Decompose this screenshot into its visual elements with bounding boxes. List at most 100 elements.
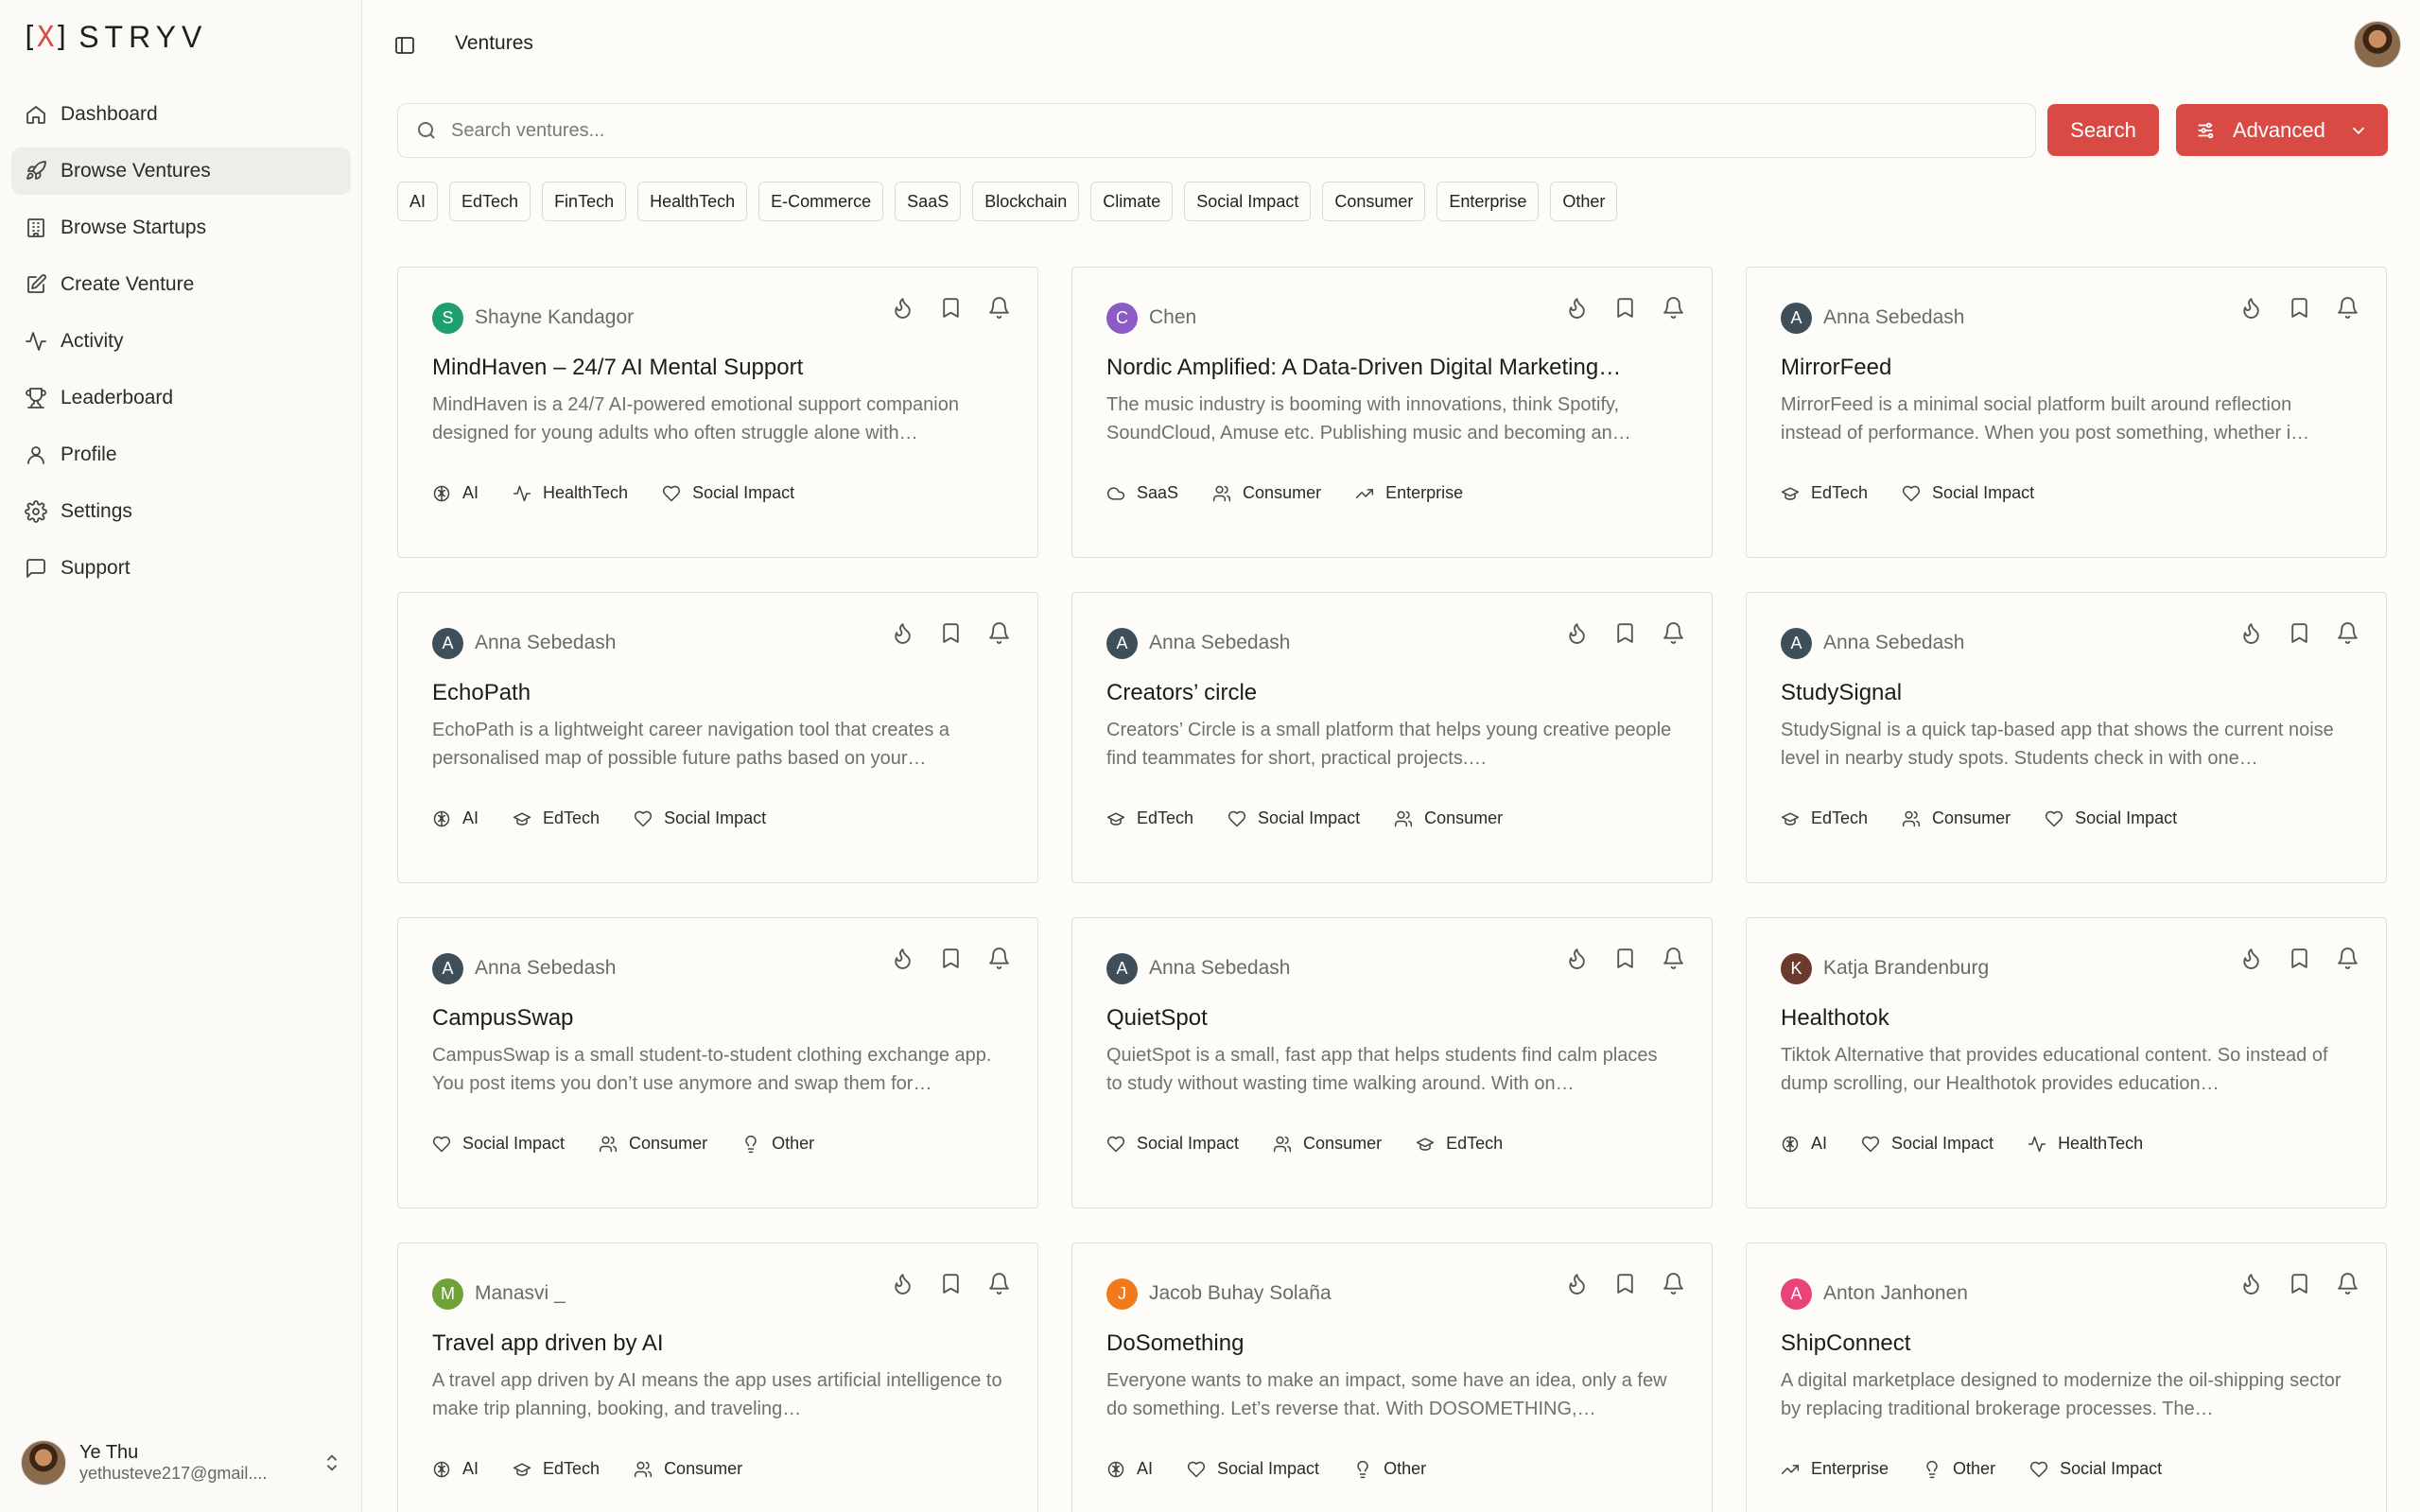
- author-name: Anna Sebedash: [1823, 632, 1965, 653]
- venture-description: MirrorFeed is a minimal social platform …: [1781, 394, 2310, 443]
- logo[interactable]: [X] STRYV: [21, 19, 208, 54]
- flame-icon[interactable]: [1565, 1272, 1589, 1295]
- author-name: Anna Sebedash: [1149, 957, 1291, 979]
- venture-tag-label: EdTech: [1811, 808, 1869, 827]
- lightbulb-icon: [1353, 1460, 1372, 1479]
- filter-chip[interactable]: E-Commerce: [758, 182, 884, 221]
- venture-description: A digital marketplace designed to modern…: [1781, 1370, 2342, 1419]
- bookmark-icon[interactable]: [1613, 1272, 1637, 1295]
- venture-card[interactable]: A Anna Sebedash StudySignal StudySignal is …: [1746, 592, 2387, 883]
- flame-icon[interactable]: [2239, 947, 2263, 970]
- graduation-cap-icon: [1781, 484, 1800, 503]
- venture-card[interactable]: S Shayne Kandagor MindHaven – 24/7 AI Ment…: [397, 267, 1038, 558]
- venture-card[interactable]: A Anna Sebedash QuietSpot QuietSpot is a sm…: [1071, 917, 1713, 1208]
- bookmark-icon[interactable]: [1613, 621, 1637, 645]
- bell-icon[interactable]: [1662, 621, 1685, 645]
- flame-icon[interactable]: [1565, 947, 1589, 970]
- venture-tag: Social Impact: [634, 808, 766, 828]
- venture-card[interactable]: A Anna Sebedash CampusSwap CampusSwap is a …: [397, 917, 1038, 1208]
- filter-chip[interactable]: Other: [1550, 182, 1618, 221]
- header-avatar[interactable]: [2354, 21, 2401, 68]
- search-input[interactable]: [451, 119, 1964, 142]
- users-icon: [1273, 1135, 1292, 1154]
- venture-tag-label: Social Impact: [1932, 483, 2035, 502]
- flame-icon[interactable]: [1565, 296, 1589, 320]
- flame-icon[interactable]: [2239, 1272, 2263, 1295]
- filter-chip[interactable]: FinTech: [542, 182, 627, 221]
- venture-card[interactable]: A Anton Janhonen ShipConnect A digital mark…: [1746, 1243, 2387, 1512]
- sidebar-item-settings[interactable]: Settings: [11, 488, 351, 535]
- bell-icon[interactable]: [2336, 1272, 2359, 1295]
- bookmark-icon[interactable]: [939, 296, 963, 320]
- venture-card[interactable]: J Jacob Buhay Solaña DoSomething Everyone w…: [1071, 1243, 1713, 1512]
- chevrons-up-down-icon[interactable]: [322, 1452, 342, 1473]
- filter-chip[interactable]: Climate: [1090, 182, 1174, 221]
- flame-icon[interactable]: [891, 621, 914, 645]
- venture-card[interactable]: A Anna Sebedash EchoPath EchoPath is a ligh…: [397, 592, 1038, 883]
- sidebar-item-browse-ventures[interactable]: Browse Ventures: [11, 148, 351, 195]
- filter-chip[interactable]: Consumer: [1322, 182, 1426, 221]
- filter-chip[interactable]: HealthTech: [637, 182, 748, 221]
- bell-icon[interactable]: [2336, 621, 2359, 645]
- sidebar-item-create-venture[interactable]: Create Venture: [11, 261, 351, 308]
- flame-icon[interactable]: [2239, 296, 2263, 320]
- bell-icon[interactable]: [1662, 947, 1685, 970]
- flame-icon[interactable]: [891, 1272, 914, 1295]
- sidebar-item-support[interactable]: Support: [11, 545, 351, 592]
- bookmark-icon[interactable]: [939, 621, 963, 645]
- author-avatar: A: [432, 627, 463, 659]
- bookmark-icon[interactable]: [1613, 296, 1637, 320]
- venture-description: StudySignal is a quick tap-based app tha…: [1781, 720, 2334, 769]
- bookmark-icon[interactable]: [2288, 1272, 2311, 1295]
- venture-tag-label: Social Impact: [1258, 808, 1361, 827]
- venture-tag-label: Consumer: [629, 1134, 708, 1153]
- sidebar-item-browse-startups[interactable]: Browse Startups: [11, 204, 351, 252]
- bookmark-icon[interactable]: [2288, 947, 2311, 970]
- venture-card[interactable]: M Manasvi _ Travel app driven by AI A trave…: [397, 1243, 1038, 1512]
- filter-chip[interactable]: SaaS: [895, 182, 962, 221]
- sidebar-toggle-icon[interactable]: [393, 34, 416, 57]
- sidebar-item-profile[interactable]: Profile: [11, 431, 351, 478]
- venture-tag-label: EdTech: [543, 1459, 601, 1478]
- brand-name: STRYV: [78, 19, 208, 54]
- flame-icon[interactable]: [891, 296, 914, 320]
- user-menu[interactable]: Ye Thu yethusteve217@gmail....: [21, 1434, 342, 1491]
- flame-icon[interactable]: [2239, 621, 2263, 645]
- bell-icon[interactable]: [2336, 296, 2359, 320]
- bookmark-icon[interactable]: [2288, 621, 2311, 645]
- sidebar-item-activity[interactable]: Activity: [11, 318, 351, 365]
- sidebar-item-dashboard[interactable]: Dashboard: [11, 91, 351, 138]
- bookmark-icon[interactable]: [1613, 947, 1637, 970]
- venture-tag-label: Social Impact: [1217, 1459, 1320, 1478]
- flame-icon[interactable]: [891, 947, 914, 970]
- bell-icon[interactable]: [2336, 947, 2359, 970]
- bell-icon[interactable]: [987, 947, 1011, 970]
- sidebar-item-label: Dashboard: [61, 103, 158, 125]
- filter-chip[interactable]: AI: [397, 182, 439, 221]
- venture-card[interactable]: C Chen Nordic Amplified: A Data-Driven Dig…: [1071, 267, 1713, 558]
- filter-chip[interactable]: Social Impact: [1184, 182, 1312, 221]
- bell-icon[interactable]: [987, 621, 1011, 645]
- search-button[interactable]: Search: [2047, 104, 2159, 156]
- author-avatar: J: [1106, 1277, 1138, 1310]
- bookmark-icon[interactable]: [939, 1272, 963, 1295]
- bell-icon[interactable]: [1662, 1272, 1685, 1295]
- flame-icon[interactable]: [1565, 621, 1589, 645]
- bookmark-icon[interactable]: [2288, 296, 2311, 320]
- bookmark-icon[interactable]: [939, 947, 963, 970]
- bell-icon[interactable]: [987, 296, 1011, 320]
- bell-icon[interactable]: [1662, 296, 1685, 320]
- venture-tag: HealthTech: [513, 483, 628, 503]
- filter-chip[interactable]: Blockchain: [972, 182, 1080, 221]
- venture-title: Creators’ circle: [1106, 680, 1258, 705]
- venture-card[interactable]: A Anna Sebedash MirrorFeed MirrorFeed is a …: [1746, 267, 2387, 558]
- bell-icon[interactable]: [987, 1272, 1011, 1295]
- venture-tag-label: EdTech: [1446, 1134, 1504, 1153]
- advanced-filter-button[interactable]: Advanced: [2176, 104, 2388, 156]
- filter-chip[interactable]: EdTech: [449, 182, 531, 221]
- author-name: Shayne Kandagor: [475, 306, 635, 328]
- sidebar-item-leaderboard[interactable]: Leaderboard: [11, 374, 351, 422]
- filter-chip[interactable]: Enterprise: [1436, 182, 1540, 221]
- venture-card[interactable]: A Anna Sebedash Creators’ circle Creators’ …: [1071, 592, 1713, 883]
- venture-card[interactable]: K Katja Brandenburg Healthotok Tiktok Alter…: [1746, 917, 2387, 1208]
